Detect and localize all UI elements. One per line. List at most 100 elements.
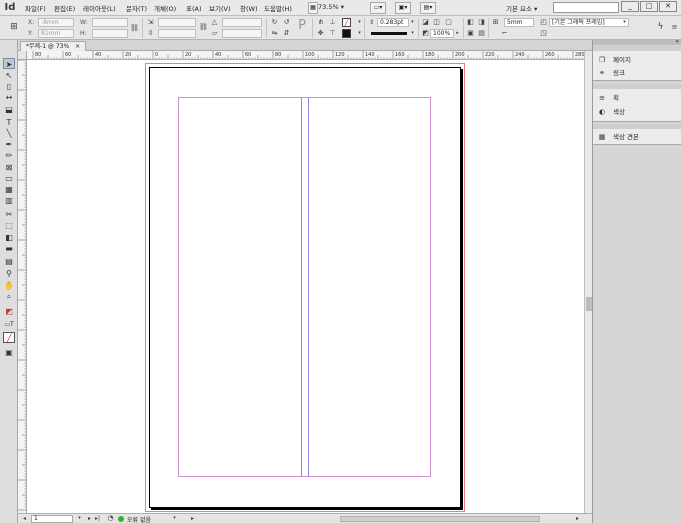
menu-help[interactable]: 도움말(H) xyxy=(264,3,292,13)
selection-tool-icon[interactable]: ➤ xyxy=(3,58,15,69)
horizontal-grid-tool-icon[interactable]: ▦ xyxy=(3,184,15,195)
close-window-button[interactable]: ✕ xyxy=(659,1,677,12)
lightning-icon[interactable]: ϟ xyxy=(656,23,665,32)
minimize-button[interactable]: _ xyxy=(621,1,639,12)
menu-layout[interactable]: 레이아웃(L) xyxy=(83,3,116,13)
pencil-tool-icon[interactable]: ✏ xyxy=(3,150,15,161)
rotate-cw-icon[interactable]: ↻ xyxy=(270,18,279,27)
rotation-field[interactable] xyxy=(222,18,262,27)
zoom-tool-icon[interactable]: ⌕ xyxy=(3,291,15,302)
scale-x-field[interactable] xyxy=(158,18,196,27)
panel-item-links[interactable]: ⚭ 링크 xyxy=(597,67,679,79)
constrain-proportions-icon[interactable]: ⛓ xyxy=(130,24,139,33)
corner-options-icon[interactable]: ▢ xyxy=(444,18,453,27)
select-container-icon[interactable]: ⋔ xyxy=(316,18,325,27)
corner-shape-icon[interactable]: ⌐ xyxy=(500,29,509,38)
menu-file[interactable]: 파일(F) xyxy=(25,3,46,13)
menu-window[interactable]: 창(W) xyxy=(240,3,257,13)
type-tool-icon[interactable]: T xyxy=(3,117,15,128)
ruler-origin[interactable] xyxy=(18,51,27,60)
panel-item-stroke[interactable]: ≡ 획 xyxy=(597,92,679,104)
line-tool-icon[interactable]: ╲ xyxy=(3,128,15,139)
screen-mode-tool-icon[interactable]: ▣ xyxy=(3,347,15,358)
rectangle-tool-icon[interactable]: ▭ xyxy=(3,173,15,184)
arrange-documents-icon[interactable]: ▤▾ xyxy=(420,2,436,14)
scroll-right-icon[interactable]: ▸ xyxy=(573,514,582,523)
menu-edit[interactable]: 편집(E) xyxy=(54,3,75,13)
page-dropdown-icon[interactable]: ▾ xyxy=(75,514,84,523)
page-tool-icon[interactable]: ▯ xyxy=(3,81,15,92)
fill-none-icon[interactable]: ╱ xyxy=(342,18,351,27)
note-tool-icon[interactable]: ▤ xyxy=(3,256,15,267)
preflight-dropdown-icon[interactable]: ▾ xyxy=(170,514,179,523)
reference-point-icon[interactable]: ⊞ xyxy=(8,23,20,35)
panel-item-pages[interactable]: ❐ 페이지 xyxy=(597,54,679,66)
h-field[interactable] xyxy=(92,29,128,38)
screen-mode-icon[interactable]: ▣▾ xyxy=(395,2,411,14)
vertical-grid-tool-icon[interactable]: ▥ xyxy=(3,195,15,206)
horizontal-scrollbar-thumb[interactable] xyxy=(340,516,540,522)
pen-tool-icon[interactable]: ✒ xyxy=(3,139,15,150)
panel-item-swatches[interactable]: ▦ 색상 견본 xyxy=(597,131,679,143)
restore-button[interactable]: □ xyxy=(640,1,658,12)
quick-apply-icon[interactable]: ◳ xyxy=(539,29,548,38)
fit-content-frame-icon[interactable]: ◧ xyxy=(466,18,475,27)
gradient-feather-tool-icon[interactable]: ▬ xyxy=(3,243,15,254)
menu-type[interactable]: 문자(T) xyxy=(126,3,147,13)
menu-view[interactable]: 보기(V) xyxy=(209,3,230,13)
free-transform-tool-icon[interactable]: ⬚ xyxy=(3,220,15,231)
drop-shadow-icon[interactable]: ◪ xyxy=(421,18,430,27)
zoom-select[interactable]: 73.5% ▾ xyxy=(318,2,360,13)
eyedropper-tool-icon[interactable]: ⚲ xyxy=(3,268,15,279)
object-style-select[interactable]: [기본 그래픽 프레임] xyxy=(549,18,629,27)
bridge-icon[interactable]: ▦ xyxy=(308,2,318,14)
stroke-dropdown-icon[interactable]: ▾ xyxy=(355,29,364,38)
fill-stroke-swatch-icon[interactable]: ◩ xyxy=(3,306,15,317)
preflight-icon[interactable]: ◔ xyxy=(106,514,115,523)
object-style-dropdown-icon[interactable]: ▾ xyxy=(620,18,629,27)
close-tab-icon[interactable]: × xyxy=(75,43,80,50)
stroke-type-dropdown-icon[interactable]: ▾ xyxy=(408,29,417,38)
effects-icon[interactable]: ◫ xyxy=(432,18,441,27)
text-wrap-icon[interactable]: ⊞ xyxy=(491,18,500,27)
gap-tool-icon[interactable]: ↔ xyxy=(3,92,15,103)
x-field[interactable]: -8mm xyxy=(38,18,74,27)
help-search-input[interactable] xyxy=(553,2,619,13)
fill-dropdown-icon[interactable]: ▾ xyxy=(355,18,364,27)
page-number-field[interactable]: 1 xyxy=(31,515,73,523)
shear-field[interactable] xyxy=(222,29,262,38)
horizontal-ruler[interactable]: 80 60 40 20 0 20 40 60 80 100 120 140 160 180 200 220 24… xyxy=(27,51,584,60)
select-previous-icon[interactable]: ⊥ xyxy=(328,18,337,27)
last-page-icon[interactable]: ▸| xyxy=(93,514,102,523)
rectangle-frame-tool-icon[interactable]: ⊠ xyxy=(3,162,15,173)
control-panel-menu-icon[interactable]: ≡ xyxy=(670,23,679,32)
rotate-ccw-icon[interactable]: ↺ xyxy=(282,18,291,27)
vertical-ruler[interactable] xyxy=(18,60,27,513)
select-content-icon[interactable]: ✥ xyxy=(316,29,325,38)
panel-dock-header[interactable]: » xyxy=(593,38,681,45)
panel-item-color[interactable]: ◐ 색상 xyxy=(597,106,679,118)
stroke-weight-spinner-icon[interactable]: ⇕ xyxy=(367,18,376,27)
gap-field[interactable]: 5mm xyxy=(504,18,534,27)
workspace-switcher[interactable]: 기본 요소 ▾ xyxy=(506,3,537,13)
select-next-icon[interactable]: ⊤ xyxy=(328,29,337,38)
gradient-swatch-tool-icon[interactable]: ◧ xyxy=(3,232,15,243)
vertical-scrollbar[interactable] xyxy=(584,51,592,513)
collapse-panels-icon[interactable]: » xyxy=(675,38,679,45)
scissors-tool-icon[interactable]: ✂ xyxy=(3,209,15,220)
stroke-weight-dropdown-icon[interactable]: ▾ xyxy=(408,18,417,27)
view-options-icon[interactable]: ▭▾ xyxy=(370,2,386,14)
hand-tool-icon[interactable]: ✋ xyxy=(3,280,15,291)
stroke-type-preview[interactable] xyxy=(369,29,409,38)
scale-y-field[interactable] xyxy=(158,29,196,38)
w-field[interactable] xyxy=(92,18,128,27)
fill-frame-icon[interactable]: ▤ xyxy=(477,29,486,38)
content-collector-icon[interactable]: ⬓ xyxy=(3,104,15,115)
menu-object[interactable]: 개체(O) xyxy=(154,3,176,13)
apply-none-icon[interactable]: ╱ xyxy=(3,332,15,343)
center-content-icon[interactable]: ▣ xyxy=(466,29,475,38)
y-field[interactable]: 81mm xyxy=(38,29,74,38)
direct-selection-tool-icon[interactable]: ↖ xyxy=(3,70,15,81)
constrain-scale-icon[interactable]: ⛓ xyxy=(199,23,208,32)
flip-vertical-icon[interactable]: ⇵ xyxy=(282,29,291,38)
